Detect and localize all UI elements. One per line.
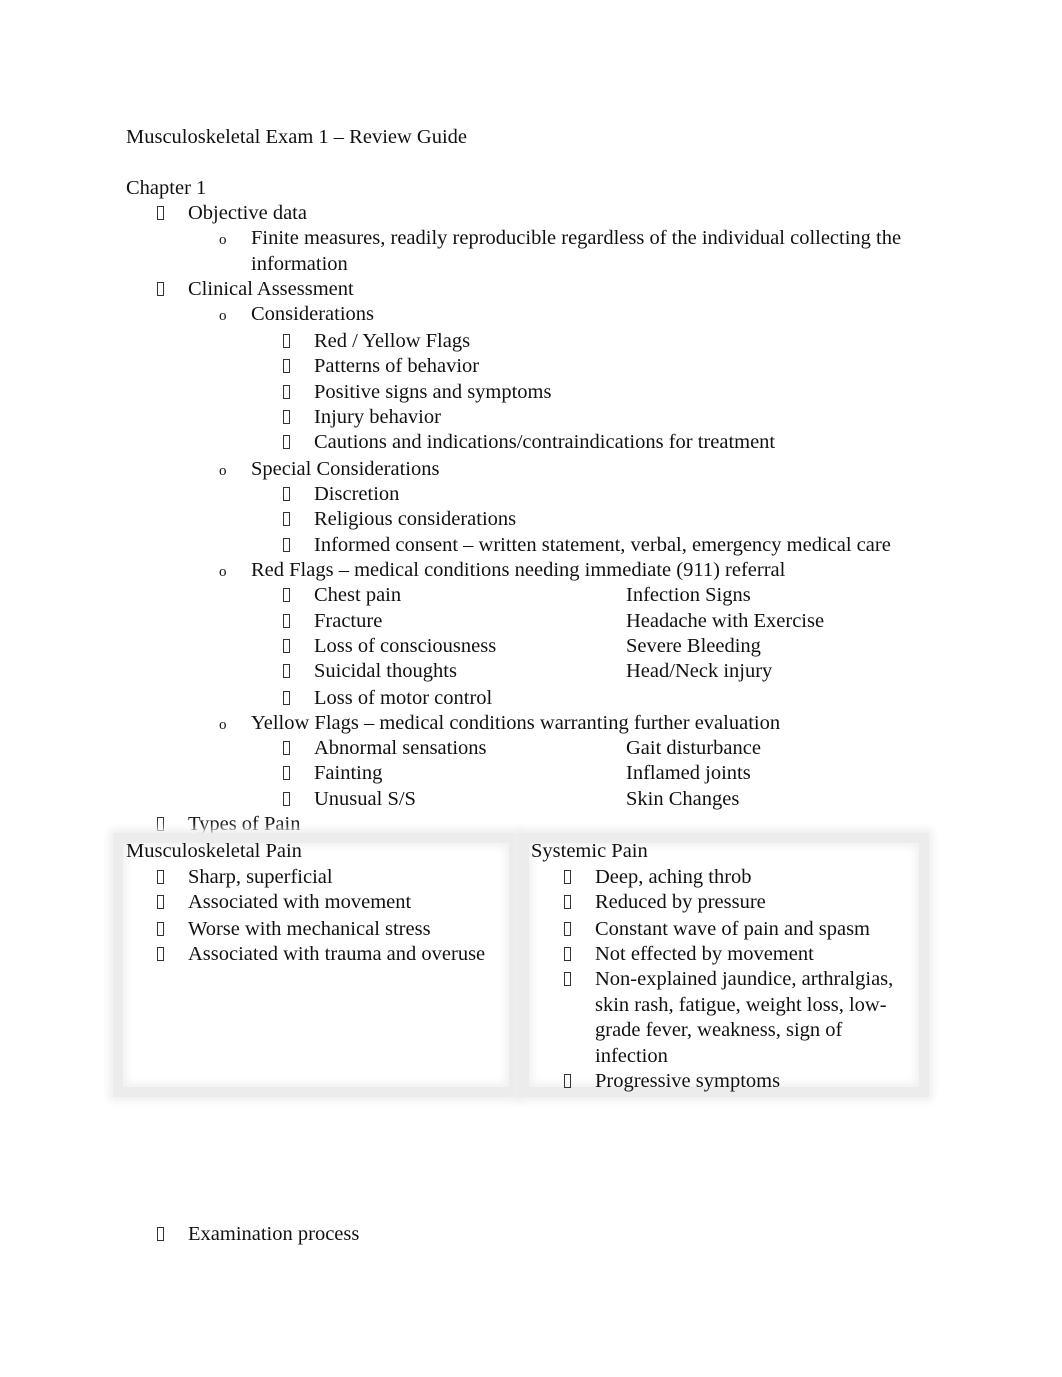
bullet-icon <box>283 588 290 602</box>
table-list-item-cont: grade fever, weakness, sign of <box>595 1019 843 1041</box>
bullet-icon <box>157 895 164 909</box>
list-item: Head/Neck injury <box>626 660 773 682</box>
list-item: Severe Bleeding <box>626 635 761 657</box>
bullet-icon <box>564 1074 571 1088</box>
list-item: Discretion <box>314 483 400 505</box>
bullet-icon <box>283 538 290 552</box>
list-item: Unusual S/S <box>314 788 416 810</box>
bullet-icon <box>564 922 571 936</box>
table-list-item: Progressive symptoms <box>595 1070 781 1092</box>
list-item-special-considerations: Special Considerations <box>251 458 440 480</box>
list-item: Headache with Exercise <box>626 610 825 632</box>
list-item-objective-definition-cont: information <box>251 253 348 275</box>
list-item: Fainting <box>314 762 383 784</box>
table-list-item: Constant wave of pain and spasm <box>595 918 870 940</box>
circle-bullet-icon: o <box>219 564 227 580</box>
bullet-icon <box>283 614 290 628</box>
list-item: Skin Changes <box>626 788 740 810</box>
list-item: Religious considerations <box>314 508 517 530</box>
bullet-icon <box>564 947 571 961</box>
list-item-yellow-flags: Yellow Flags – medical conditions warran… <box>251 712 781 734</box>
list-item: Gait disturbance <box>626 737 761 759</box>
list-item-objective-definition: Finite measures, readily reproducible re… <box>251 227 902 249</box>
list-item: Informed consent – written statement, ve… <box>314 534 891 556</box>
circle-bullet-icon: o <box>219 232 227 248</box>
bullet-icon <box>564 895 571 909</box>
bullet-icon <box>157 947 164 961</box>
circle-bullet-icon: o <box>219 463 227 479</box>
bullet-icon <box>283 487 290 501</box>
bullet-icon <box>157 817 164 831</box>
bullet-icon <box>564 972 571 986</box>
list-item: Cautions and indications/contraindicatio… <box>314 431 776 453</box>
list-item: Inflamed joints <box>626 762 751 784</box>
bullet-icon <box>157 282 164 296</box>
table-list-item: Sharp, superficial <box>188 866 333 888</box>
bullet-icon <box>157 1227 164 1241</box>
list-item-considerations: Considerations <box>251 303 374 325</box>
table-list-item: Associated with movement <box>188 891 412 913</box>
bullet-icon <box>283 359 290 373</box>
list-item: Suicidal thoughts <box>314 660 457 682</box>
bullet-icon <box>283 741 290 755</box>
list-item: Abnormal sensations <box>314 737 487 759</box>
table-list-item: Associated with trauma and overuse <box>188 943 486 965</box>
table-list-item: Not effected by movement <box>595 943 814 965</box>
list-item: Red / Yellow Flags <box>314 330 471 352</box>
bullet-icon <box>283 512 290 526</box>
table-list-item: Deep, aching throb <box>595 866 752 888</box>
list-item: Loss of consciousness <box>314 635 497 657</box>
table-list-item-cont: skin rash, fatigue, weight loss, low- <box>595 994 887 1016</box>
bullet-icon <box>283 410 290 424</box>
bullet-icon <box>157 922 164 936</box>
bullet-icon <box>283 792 290 806</box>
table-header-musculoskeletal: Musculoskeletal Pain <box>126 840 302 862</box>
list-item: Chest pain <box>314 584 402 606</box>
list-item-examination-process: Examination process <box>188 1223 360 1245</box>
list-item: Positive signs and symptoms <box>314 381 552 403</box>
list-item: Patterns of behavior <box>314 355 480 377</box>
list-item-clinical-assessment: Clinical Assessment <box>188 278 354 300</box>
chapter-heading: Chapter 1 <box>126 177 207 199</box>
bullet-icon <box>283 664 290 678</box>
table-list-item-cont: infection <box>595 1045 668 1067</box>
bullet-icon <box>157 870 164 884</box>
bullet-icon <box>283 691 290 705</box>
list-item: Infection Signs <box>626 584 751 606</box>
list-item-red-flags: Red Flags – medical conditions needing i… <box>251 559 786 581</box>
bullet-icon <box>283 385 290 399</box>
document-title: Musculoskeletal Exam 1 – Review Guide <box>126 126 468 148</box>
circle-bullet-icon: o <box>219 717 227 733</box>
table-list-item: Worse with mechanical stress <box>188 918 431 940</box>
table-list-item: Non-explained jaundice, arthralgias, <box>595 968 894 990</box>
bullet-icon <box>564 870 571 884</box>
bullet-icon <box>283 766 290 780</box>
bullet-icon <box>283 435 290 449</box>
list-item: Loss of motor control <box>314 687 493 709</box>
list-item-objective-data: Objective data <box>188 202 307 224</box>
circle-bullet-icon: o <box>219 308 227 324</box>
bullet-icon <box>283 639 290 653</box>
table-list-item: Reduced by pressure <box>595 891 766 913</box>
list-item: Fracture <box>314 610 383 632</box>
list-item: Injury behavior <box>314 406 441 428</box>
table-header-systemic: Systemic Pain <box>531 840 648 862</box>
bullet-icon <box>283 334 290 348</box>
bullet-icon <box>157 206 164 220</box>
